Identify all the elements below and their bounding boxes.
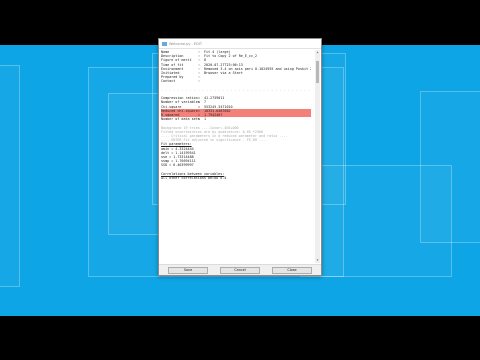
correlation-note: All other correlations below 0.4: [161, 176, 227, 181]
fit-report-window: Welcome.py - EDIT Name: Fit 4 (large) Desc…: [158, 38, 322, 276]
window-title: Welcome.py - EDIT: [169, 41, 202, 46]
close-button[interactable]: Close: [272, 266, 312, 274]
fit-notes-block: Background 19 tries ....Covar=-4E0+000 F…: [161, 126, 311, 168]
scroll-thumb[interactable]: [316, 61, 319, 83]
separator-line: - - - - - - - - - - - - - - - - - - - - …: [161, 87, 311, 92]
stat-value: 1.7942467: [204, 113, 223, 117]
save-button[interactable]: Save: [168, 266, 208, 274]
button-bar: Save Cancel Close: [159, 264, 321, 275]
stat-value: 41.2759011: [204, 96, 225, 101]
stat-key: Number of data sets: [161, 117, 200, 122]
window-titlebar[interactable]: Welcome.py - EDIT: [159, 39, 321, 49]
cancel-button[interactable]: Cancel: [220, 266, 260, 274]
info-value: Fit to Copy 2 of Re_E_cc_2: [204, 54, 258, 59]
report-text-area[interactable]: Name: Fit 4 (large) Description: Fit to Cop…: [161, 50, 311, 263]
stat-value: 1: [204, 117, 207, 122]
fit-statistics-block: Compression ration = 41.2759011 Number of v…: [161, 96, 311, 121]
vertical-scrollbar[interactable]: ▲ ▼: [315, 50, 320, 263]
background-window-frame: [300, 165, 452, 277]
scroll-down-icon[interactable]: ▼: [315, 258, 320, 263]
info-key: Contact: [161, 79, 176, 84]
fit-info-block: Name: Fit 4 (large) Description: Fit to Cop…: [161, 50, 311, 84]
info-value: Browser via a Start: [204, 71, 243, 76]
scroll-up-icon[interactable]: ▲: [315, 50, 320, 55]
app-icon: [162, 41, 167, 46]
background-window-frame: [0, 65, 20, 287]
info-separator: :: [198, 79, 201, 84]
